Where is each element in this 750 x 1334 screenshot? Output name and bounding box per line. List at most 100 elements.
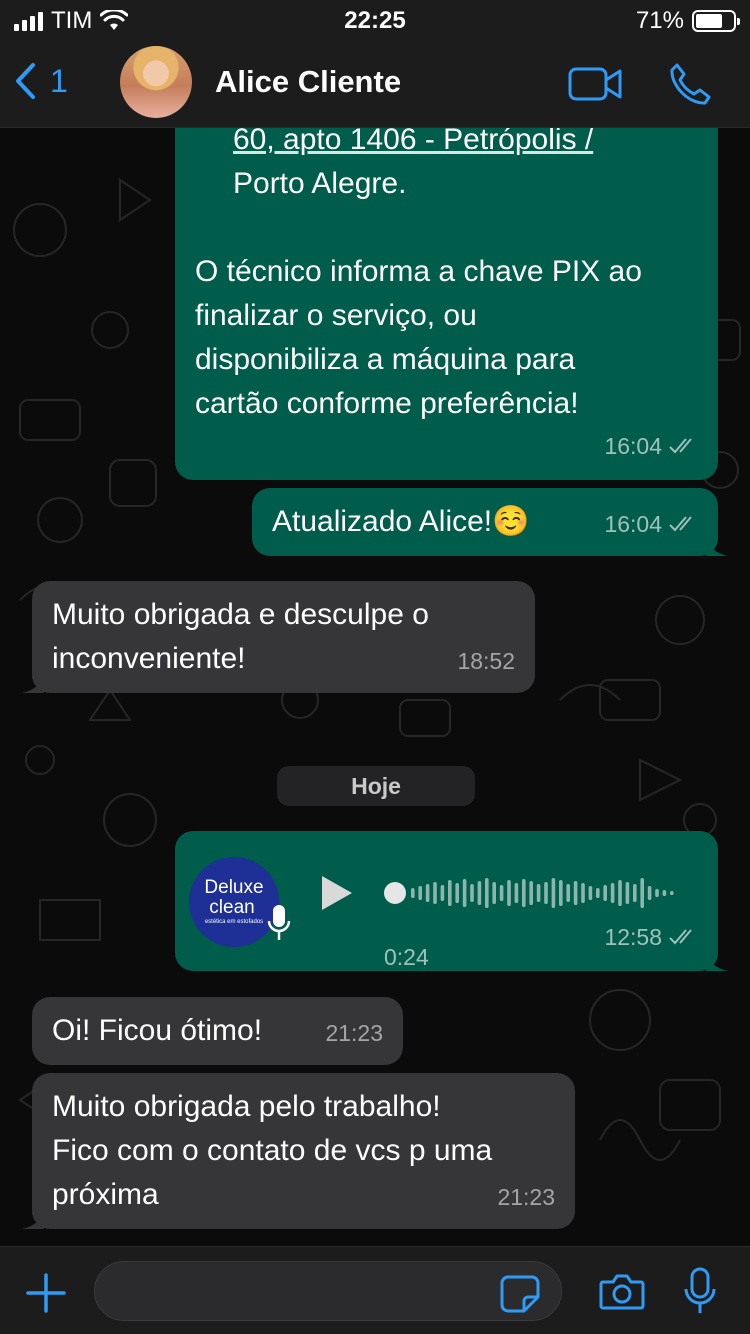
- message-meta: 12:58: [604, 915, 698, 959]
- microphone-badge-icon: [267, 905, 291, 940]
- message-meta: 21:23: [325, 1011, 383, 1055]
- message-text: Atualizado Alice!☺️: [272, 505, 530, 538]
- voice-sender-avatar: Deluxe clean estética em estofados: [189, 857, 279, 947]
- phone-icon[interactable]: [667, 62, 711, 106]
- back-unread-count: 1: [50, 62, 68, 99]
- waveform-bar: [440, 885, 445, 901]
- read-receipt-icon: [669, 929, 692, 945]
- waveform-bar: [655, 889, 659, 897]
- read-receipt-icon: [669, 438, 692, 454]
- waveform-bar: [647, 886, 652, 900]
- avatar-brand-line: clean: [209, 897, 255, 918]
- status-bar: TIM 22:25 71%: [0, 0, 750, 40]
- waveform-bar: [633, 884, 637, 902]
- message-time: 21:23: [325, 1020, 383, 1046]
- message-line: disponibiliza a máquina para: [195, 343, 576, 376]
- day-divider: Hoje: [277, 766, 475, 806]
- contact-avatar[interactable]: [120, 46, 192, 118]
- play-icon[interactable]: [320, 874, 354, 912]
- waveform-bar: [425, 884, 430, 902]
- bubble-tail: [22, 1211, 44, 1229]
- message-line: cartão conforme preferência!: [195, 387, 579, 420]
- waveform-bar: [411, 888, 415, 898]
- video-camera-icon[interactable]: [568, 66, 622, 102]
- waveform-bar: [455, 883, 459, 903]
- message-line: finalizar o serviço, ou: [195, 299, 477, 332]
- voice-duration: 0:24: [384, 944, 429, 970]
- waveform-bar: [581, 883, 585, 903]
- message-time: 18:52: [457, 648, 515, 674]
- message-meta: 16:04: [604, 424, 698, 468]
- message-line: próxima: [52, 1178, 159, 1211]
- message-line: Fico com o contato de vcs p uma: [52, 1134, 493, 1167]
- message-time: 21:23: [497, 1184, 555, 1210]
- message-meta: 18:52: [457, 639, 515, 683]
- waveform-bar: [536, 884, 541, 902]
- back-button[interactable]: 1: [14, 62, 68, 100]
- message-line: Muito obrigada e desculpe o: [52, 598, 429, 631]
- message-bubble-outgoing[interactable]: Atualizado Alice!☺️ 16:04: [252, 488, 728, 556]
- camera-icon[interactable]: [599, 1272, 645, 1310]
- bubble-tail: [706, 538, 728, 556]
- waveform-bar: [640, 878, 644, 908]
- status-right: 71%: [635, 7, 740, 35]
- message-time: 16:04: [604, 511, 662, 537]
- message-bubble-incoming[interactable]: Muito obrigada pelo trabalho! Fico com o…: [22, 1073, 575, 1229]
- waveform-bar: [507, 880, 511, 906]
- avatar-brand-line: Deluxe: [204, 877, 264, 898]
- waveform-bar: [448, 880, 452, 906]
- waveform-bar: [610, 883, 615, 903]
- address-link[interactable]: 60, apto 1406 - Petrópolis /: [233, 128, 593, 156]
- playback-position-dot[interactable]: [384, 882, 406, 904]
- waveform-bar: [492, 882, 496, 904]
- waveform-bar: [470, 884, 474, 902]
- waveform-bar: [462, 879, 467, 907]
- message-time: 16:04: [604, 433, 662, 459]
- bubble-tail: [706, 953, 728, 971]
- waveform-bar: [618, 880, 622, 906]
- audio-waveform[interactable]: [383, 875, 683, 911]
- waveform-bar: [551, 878, 556, 908]
- bubble-tail: [22, 675, 44, 693]
- voice-message-bubble[interactable]: Deluxe clean estética em estofados 0:24 …: [175, 831, 728, 971]
- message-line: 60, apto 1406 - Petrópolis /: [195, 128, 705, 162]
- message-text: 60, apto 1406 - Petrópolis / Porto Alegr…: [195, 128, 705, 426]
- chevron-left-icon: [16, 63, 35, 99]
- message-list[interactable]: 60, apto 1406 - Petrópolis / Porto Alegr…: [0, 128, 750, 1246]
- waveform-bar: [499, 885, 504, 901]
- battery-percent: 71%: [635, 7, 684, 34]
- waveform-bar: [559, 880, 563, 906]
- waveform-bar: [670, 891, 674, 895]
- read-receipt-icon: [669, 516, 692, 532]
- message-bubble-outgoing[interactable]: 60, apto 1406 - Petrópolis / Porto Alegr…: [175, 128, 718, 480]
- message-text: Muito obrigada pelo trabalho! Fico com o…: [52, 1085, 492, 1217]
- plus-icon[interactable]: [26, 1273, 66, 1313]
- message-time: 12:58: [604, 924, 662, 950]
- message-bubble-incoming[interactable]: Muito obrigada e desculpe o inconvenient…: [22, 581, 535, 693]
- waveform-bar: [514, 883, 519, 903]
- waveform-bar: [625, 882, 630, 904]
- chat-header: 1 Alice Cliente: [0, 40, 750, 128]
- message-input[interactable]: [94, 1261, 562, 1321]
- composer-bar: [0, 1246, 750, 1334]
- waveform-bar: [566, 884, 570, 902]
- message-line: inconveniente!: [52, 642, 246, 675]
- waveform-bar: [544, 882, 548, 904]
- message-line: O técnico informa a chave PIX ao: [195, 255, 642, 288]
- waveform-bar: [418, 886, 422, 900]
- waveform-bar: [573, 881, 578, 905]
- message-meta: 21:23: [497, 1175, 555, 1219]
- waveform-bar: [596, 888, 600, 898]
- waveform-bar: [522, 879, 526, 907]
- contact-name[interactable]: Alice Cliente: [215, 64, 401, 100]
- waveform-bar: [603, 885, 607, 901]
- microphone-icon[interactable]: [683, 1267, 717, 1315]
- sticker-icon[interactable]: [500, 1275, 540, 1313]
- waveform-bar: [433, 882, 437, 904]
- message-text: Muito obrigada e desculpe o inconvenient…: [52, 593, 429, 681]
- message-bubble-incoming[interactable]: Oi! Ficou ótimo! 21:23: [32, 997, 403, 1065]
- waveform-bar: [485, 878, 489, 908]
- message-meta: 16:04: [604, 502, 698, 546]
- waveform-bar: [529, 881, 533, 905]
